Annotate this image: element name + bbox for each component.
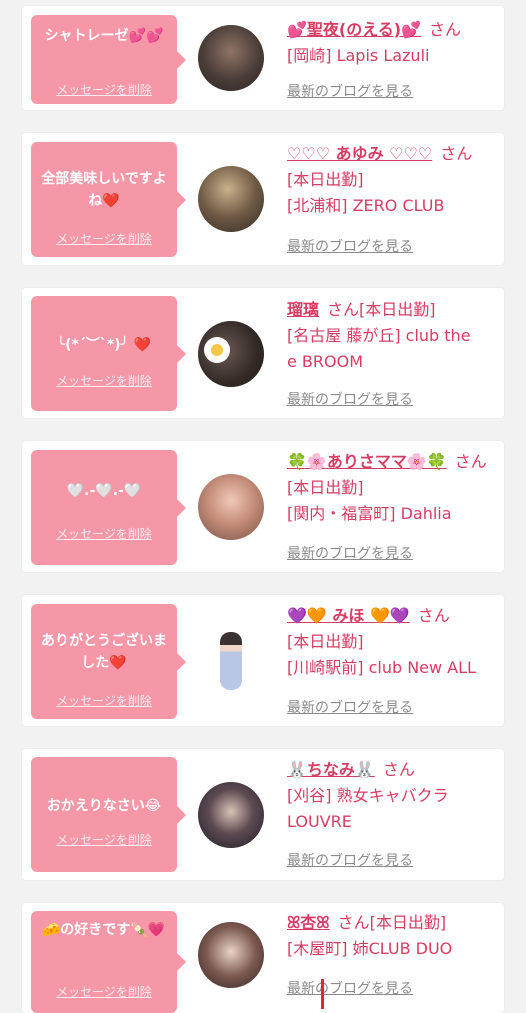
delete-message-link[interactable]: メッセージを削除 <box>31 983 177 1000</box>
avatar[interactable] <box>198 628 264 694</box>
latest-blog-link[interactable]: 最新のブログを見る <box>287 850 413 870</box>
work-status: [本日出勤] <box>359 300 436 319</box>
cast-name-link[interactable]: ♡♡♡ あゆみ ♡♡♡ <box>287 144 432 163</box>
message-text: ありがとうございました❤️ <box>41 633 167 671</box>
cast-info: 💕聖夜(のえる)💕 さん [岡崎] Lapis Lazuli <box>287 17 497 69</box>
message-text: シャトレーゼ💕💕 <box>44 28 164 44</box>
cast-info: ♡♡♡ あゆみ ♡♡♡ さん [本日出勤] [北浦和] ZERO CLUB <box>287 141 497 219</box>
avatar[interactable] <box>198 474 264 540</box>
cast-name-link[interactable]: 💕聖夜(のえる)💕 <box>287 20 421 39</box>
message-text: 🤍.-🤍.-🤍 <box>66 483 142 499</box>
honorific: さん <box>454 452 487 471</box>
message-bubble: おかえりなさい😂 メッセージを削除 <box>31 757 186 872</box>
latest-blog-link[interactable]: 最新のブログを見る <box>287 543 413 563</box>
message-bubble: 🤍.-🤍.-🤍 メッセージを削除 <box>31 450 186 565</box>
delete-message-link[interactable]: メッセージを削除 <box>31 692 177 709</box>
delete-message-link[interactable]: メッセージを削除 <box>31 372 177 389</box>
avatar[interactable] <box>198 166 264 232</box>
cast-name-link[interactable]: 瑠璃 <box>287 300 319 319</box>
message-text: 🧀の好きです🍡💗 <box>42 922 166 938</box>
shop-info: [北浦和] ZERO CLUB <box>287 196 445 215</box>
list-item: 🧀の好きです🍡💗 メッセージを削除 ꕤ杏ꕤ さん[本日出勤] [木屋町] 姉CLU… <box>22 903 504 1013</box>
delete-message-link[interactable]: メッセージを削除 <box>31 81 177 98</box>
honorific: さん <box>417 606 450 625</box>
latest-blog-link[interactable]: 最新のブログを見る <box>287 389 413 409</box>
cast-name-link[interactable]: 💜🧡 みほ 🧡💜 <box>287 606 410 625</box>
shop-info: [刈谷] 熟女キャバクラ <box>287 786 449 805</box>
cast-info: 💜🧡 みほ 🧡💜 さん [本日出勤] [川崎駅前] club New ALL <box>287 603 497 681</box>
avatar[interactable] <box>198 782 264 848</box>
work-status: [本日出勤] <box>369 913 447 932</box>
latest-blog-link[interactable]: 最新のブログを見る <box>287 236 413 256</box>
avatar[interactable] <box>198 321 264 387</box>
honorific: さん <box>382 760 415 779</box>
cast-info: ꕤ杏ꕤ さん[本日出勤] [木屋町] 姉CLUB DUO <box>287 910 497 962</box>
cast-name-link[interactable]: 🐰ちなみ🐰 <box>287 760 375 779</box>
message-text: 全部美味しいですよね❤️ <box>41 171 167 209</box>
avatar-figure <box>220 632 242 690</box>
work-status: [本日出勤] <box>287 632 364 651</box>
shop-info: [関内・福富町] Dahlia <box>287 504 452 523</box>
list-item: ありがとうございました❤️ メッセージを削除 💜🧡 みほ 🧡💜 さん [本日出勤]… <box>22 595 504 726</box>
cast-name-link[interactable]: ꕤ杏ꕤ <box>287 913 330 932</box>
latest-blog-link[interactable]: 最新のブログを見る <box>287 81 413 101</box>
delete-message-link[interactable]: メッセージを削除 <box>31 831 177 848</box>
message-bubble: 🧀の好きです🍡💗 メッセージを削除 <box>31 911 186 1013</box>
cast-info: 🍀🌸ありさママ🌸🍀 さん [本日出勤] [関内・福富町] Dahlia <box>287 449 497 527</box>
latest-blog-link[interactable]: 最新のブログを見る <box>287 978 413 998</box>
work-status: [本日出勤] <box>287 478 364 497</box>
list-item: おかえりなさい😂 メッセージを削除 🐰ちなみ🐰 さん [刈谷] 熟女キャバクラ L… <box>22 749 504 880</box>
shop-info: [川崎駅前] club New ALL <box>287 658 476 677</box>
message-bubble: 全部美味しいですよね❤️ メッセージを削除 <box>31 142 186 257</box>
latest-blog-link[interactable]: 最新のブログを見る <box>287 697 413 717</box>
list-item: 全部美味しいですよね❤️ メッセージを削除 ♡♡♡ あゆみ ♡♡♡ さん [本日出… <box>22 133 504 265</box>
cast-info: 🐰ちなみ🐰 さん [刈谷] 熟女キャバクラ LOUVRE <box>287 757 497 835</box>
shop-info: [岡崎] Lapis Lazuli <box>287 46 430 65</box>
honorific: さん <box>429 20 462 39</box>
message-text: おかえりなさい😂 <box>46 798 162 814</box>
sticker-center-icon <box>211 344 223 356</box>
message-bubble: ありがとうございました❤️ メッセージを削除 <box>31 604 186 719</box>
shop-info-continued: e BROOM <box>287 352 364 371</box>
list-item: 🤍.-🤍.-🤍 メッセージを削除 🍀🌸ありさママ🌸🍀 さん [本日出勤] [関内・… <box>22 441 504 572</box>
avatar[interactable] <box>198 25 264 91</box>
delete-message-link[interactable]: メッセージを削除 <box>31 525 177 542</box>
honorific: さん <box>440 144 473 163</box>
avatar[interactable] <box>198 922 264 988</box>
shop-info-continued: LOUVRE <box>287 812 352 831</box>
list-item: ╰(*´︶`*)╯ ❤️ メッセージを削除 瑠璃 さん[本日出勤] [名古屋 藤が… <box>22 288 504 418</box>
honorific: さん <box>337 913 370 932</box>
scroll-indicator <box>321 979 324 1009</box>
list-item: シャトレーゼ💕💕 メッセージを削除 💕聖夜(のえる)💕 さん [岡崎] Lapis… <box>22 6 504 110</box>
work-status: [本日出勤] <box>287 170 364 189</box>
honorific: さん <box>327 300 360 319</box>
message-bubble: シャトレーゼ💕💕 メッセージを削除 <box>31 15 186 104</box>
message-text: ╰(*´︶`*)╯ ❤️ <box>56 337 152 353</box>
shop-info: [名古屋 藤が丘] club the <box>287 326 471 345</box>
message-bubble: ╰(*´︶`*)╯ ❤️ メッセージを削除 <box>31 296 186 411</box>
delete-message-link[interactable]: メッセージを削除 <box>31 230 177 247</box>
cast-info: 瑠璃 さん[本日出勤] [名古屋 藤が丘] club the e BROOM <box>287 297 497 375</box>
cast-name-link[interactable]: 🍀🌸ありさママ🌸🍀 <box>287 452 447 471</box>
shop-info: [木屋町] 姉CLUB DUO <box>287 939 453 958</box>
